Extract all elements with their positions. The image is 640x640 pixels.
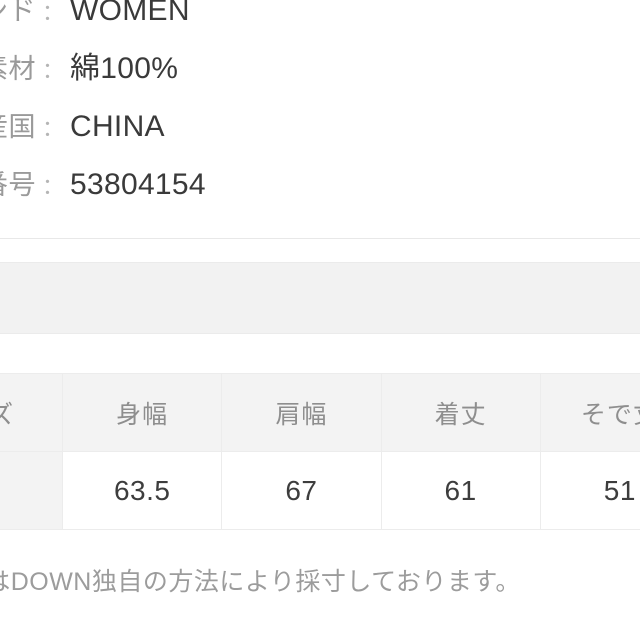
spec-value-brand: WOMEN [70, 0, 190, 27]
size-table: サイズ 身幅 肩幅 着丈 そで丈 F 63.5 67 61 51 [0, 373, 640, 530]
cell-shoulder-width: 67 [221, 451, 382, 530]
cell-sleeve-length: 51 [539, 451, 640, 530]
column-header-length: 着丈 [380, 373, 541, 452]
spec-value-material: 綿100% [70, 52, 179, 85]
spec-colon: ： [41, 116, 64, 141]
spec-label-material: 素材 [0, 54, 36, 84]
column-header-shoulder-width: 肩幅 [221, 373, 382, 452]
cell-length: 61 [380, 451, 541, 530]
spec-label-brand: ブランド [0, 0, 36, 26]
size-table-wrap: サイズ 身幅 肩幅 着丈 そで丈 F 63.5 67 61 51 [0, 373, 640, 530]
spec-label-product-number: 品番号 [0, 170, 36, 200]
row-header-size: F [0, 451, 64, 530]
size-table-corner-header: サイズ [0, 373, 64, 452]
spec-label-origin: 原産国 [0, 112, 36, 142]
spec-row-origin: 原産国 ： CHINA [0, 98, 640, 156]
spec-value-origin: CHINA [70, 110, 165, 143]
column-header-sleeve-length: そで丈 [539, 373, 640, 452]
cell-body-width: 63.5 [62, 451, 223, 530]
column-header-body-width: 身幅 [62, 373, 223, 452]
spec-value-product-number: 53804154 [70, 168, 206, 201]
section-divider [0, 238, 640, 239]
table-header-row: サイズ 身幅 肩幅 着丈 そで丈 [0, 373, 640, 452]
spec-row-material: 素材 ： 綿100% [0, 40, 640, 98]
spec-row-product-number: 品番号 ： 53804154 [0, 156, 640, 214]
product-detail-page: ブランド ： WOMEN 素材 ： 綿100% 原産国 ： CHINA 品番号 … [0, 0, 640, 640]
screenshot-viewport: ブランド ： WOMEN 素材 ： 綿100% 原産国 ： CHINA 品番号 … [0, 0, 640, 640]
table-row: F 63.5 67 61 51 [0, 451, 640, 530]
spec-colon: ： [41, 0, 64, 25]
product-spec-list: ブランド ： WOMEN 素材 ： 綿100% 原産国 ： CHINA 品番号 … [0, 0, 640, 214]
empty-gray-band [0, 262, 640, 334]
measurement-note: ※サイズはDOWN独自の方法により採寸しております。 [0, 568, 521, 596]
spec-row-brand: ブランド ： WOMEN [0, 0, 640, 40]
spec-colon: ： [41, 174, 64, 199]
spec-colon: ： [41, 58, 64, 83]
